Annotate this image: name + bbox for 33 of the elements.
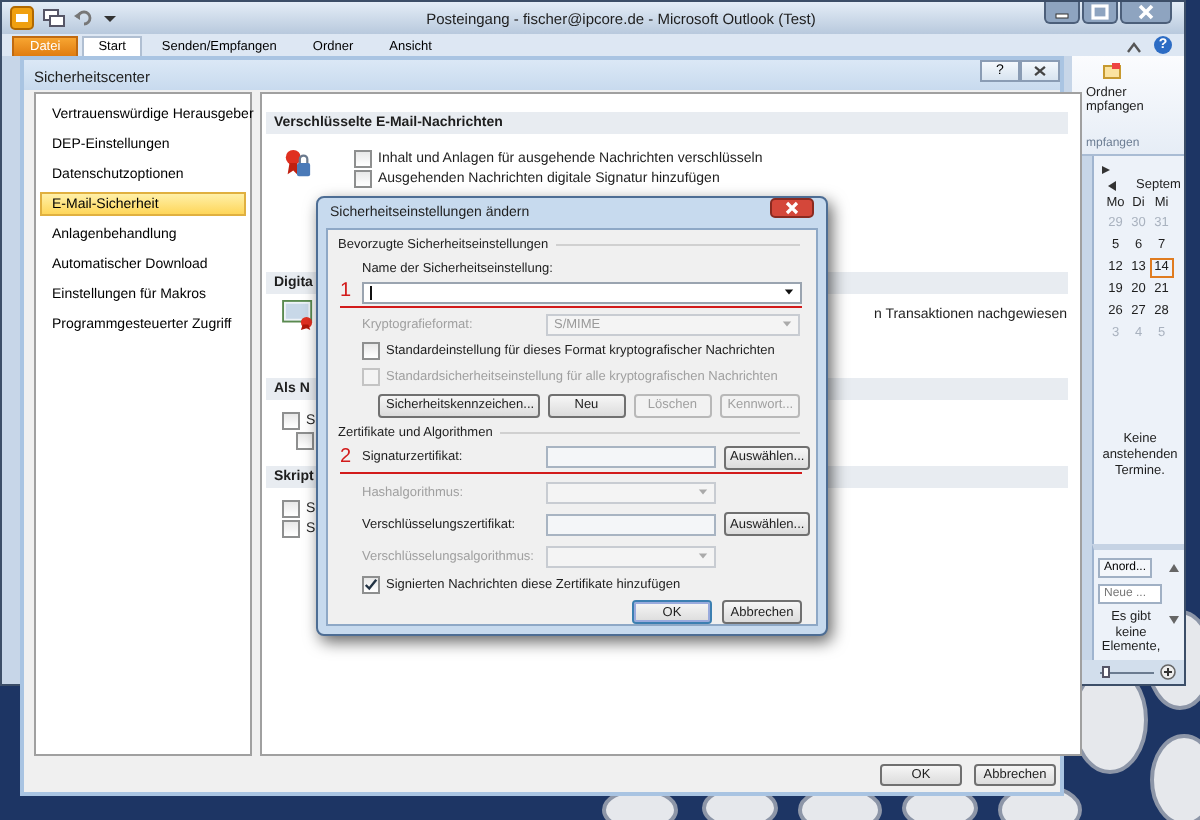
dropdown-icon <box>784 288 794 296</box>
annotation-number: 2 <box>340 447 354 468</box>
zoom-in-icon[interactable] <box>1160 664 1176 680</box>
scroll-down-icon[interactable] <box>1168 614 1180 626</box>
maximize-icon[interactable] <box>1082 2 1118 24</box>
expand-icon[interactable] <box>1100 164 1112 176</box>
minimize-icon[interactable] <box>1044 2 1080 24</box>
undo-icon[interactable] <box>74 8 94 28</box>
checkbox[interactable] <box>296 431 314 449</box>
dropdown-icon <box>698 552 708 560</box>
checkbox[interactable] <box>362 342 380 360</box>
send-receive-icon[interactable] <box>42 6 66 30</box>
close-icon[interactable] <box>770 198 814 218</box>
checkbox[interactable] <box>282 519 300 537</box>
dropdown-icon <box>782 320 792 328</box>
scroll-up-icon[interactable] <box>1168 562 1180 574</box>
certificate-lock-icon <box>282 148 312 178</box>
folder-icon[interactable] <box>1102 62 1122 82</box>
checkbox[interactable] <box>362 576 380 594</box>
dropdown-icon[interactable] <box>102 10 118 26</box>
previous-month-icon[interactable] <box>1106 179 1118 191</box>
collapse-ribbon-icon[interactable] <box>1126 40 1142 56</box>
app-icon[interactable] <box>10 6 34 30</box>
checkbox[interactable] <box>282 411 300 429</box>
zoom-thumb[interactable] <box>1101 665 1110 677</box>
close-icon[interactable] <box>1020 60 1060 82</box>
certificate-icon <box>282 300 316 330</box>
checkbox[interactable] <box>282 499 300 517</box>
certificate-field[interactable] <box>546 513 716 535</box>
checkbox[interactable] <box>354 169 372 187</box>
checkbox[interactable] <box>354 149 372 167</box>
certificate-field[interactable] <box>546 446 716 469</box>
close-icon[interactable] <box>1120 2 1172 24</box>
